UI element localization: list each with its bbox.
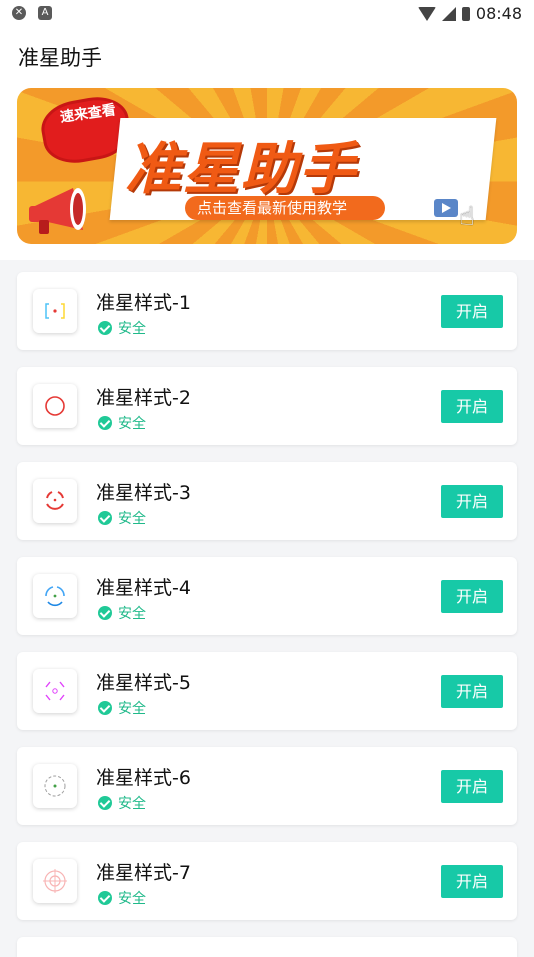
banner-title: 准星助手: [125, 137, 357, 202]
enable-button[interactable]: 开启: [441, 865, 503, 898]
banner-subtitle[interactable]: 点击查看最新使用教学: [185, 196, 386, 220]
megaphone-icon: [29, 188, 86, 234]
check-badge-icon: [98, 891, 112, 905]
safe-label: 安全: [118, 321, 146, 337]
list-item: 准星样式-1 安全 开启: [17, 272, 517, 350]
safe-status: 安全: [98, 793, 146, 813]
crosshair-style-2-icon: [33, 384, 77, 428]
check-badge-icon: [98, 511, 112, 525]
check-badge-icon: [98, 606, 112, 620]
enable-button[interactable]: 开启: [441, 580, 503, 613]
safe-label: 安全: [118, 796, 146, 812]
item-name: 准星样式-3: [96, 482, 191, 504]
safe-status: 安全: [98, 508, 146, 528]
list-item: 准星样式-2 安全 开启: [17, 367, 517, 445]
safe-label: 安全: [118, 701, 146, 717]
enable-button[interactable]: 开启: [441, 485, 503, 518]
safe-status: 安全: [98, 888, 146, 908]
safe-label: 安全: [118, 416, 146, 432]
app-bar: 准星助手: [0, 30, 534, 88]
tutorial-banner[interactable]: 速来查看 准星助手 点击查看最新使用教学 ☝: [17, 88, 517, 244]
enable-button[interactable]: 开启: [441, 295, 503, 328]
list-item: 准星样式-3 安全 开启: [17, 462, 517, 540]
play-icon: [434, 199, 458, 217]
status-icons-left: ✕ A: [12, 6, 52, 20]
crosshair-style-5-icon: [33, 669, 77, 713]
safe-status: 安全: [98, 698, 146, 718]
crosshair-style-6-icon: [33, 764, 77, 808]
crosshair-style-1-icon: [33, 289, 77, 333]
safe-status: 安全: [98, 318, 146, 338]
item-name: 准星样式-6: [96, 767, 191, 789]
status-icons-right: 08:48: [417, 4, 522, 23]
list-item: 准星样式-6 安全 开启: [17, 747, 517, 825]
safe-status: 安全: [98, 413, 146, 433]
safe-status: 安全: [98, 603, 146, 623]
item-name: 准星样式-7: [96, 862, 191, 884]
crosshair-style-7-icon: [33, 859, 77, 903]
safe-label: 安全: [118, 891, 146, 907]
item-name: 准星样式-5: [96, 672, 191, 694]
check-badge-icon: [98, 416, 112, 430]
enable-button[interactable]: 开启: [441, 675, 503, 708]
enable-button[interactable]: 开启: [441, 390, 503, 423]
wifi-icon: [417, 6, 436, 21]
page-title: 准星助手: [18, 46, 102, 70]
list-item-partial: [17, 937, 517, 957]
safe-label: 安全: [118, 511, 146, 527]
shield-notification-icon: ✕: [12, 6, 26, 20]
status-bar: ✕ A 08:48: [0, 0, 534, 30]
crosshair-style-4-icon: [33, 574, 77, 618]
list-item: 准星样式-5 安全 开启: [17, 652, 517, 730]
enable-button[interactable]: 开启: [441, 770, 503, 803]
banner-section: 速来查看 准星助手 点击查看最新使用教学 ☝: [0, 88, 534, 260]
check-badge-icon: [98, 321, 112, 335]
pointing-hand-icon: ☝: [459, 202, 475, 232]
status-time: 08:48: [475, 4, 522, 23]
battery-icon: [461, 6, 470, 21]
signal-icon: [441, 6, 456, 21]
list-item: 准星样式-7 安全 开启: [17, 842, 517, 920]
item-name: 准星样式-4: [96, 577, 191, 599]
safe-label: 安全: [118, 606, 146, 622]
item-name: 准星样式-2: [96, 387, 191, 409]
app-notification-icon: A: [38, 6, 52, 20]
crosshair-style-3-icon: [33, 479, 77, 523]
item-name: 准星样式-1: [96, 292, 191, 314]
check-badge-icon: [98, 796, 112, 810]
list-item: 准星样式-4 安全 开启: [17, 557, 517, 635]
check-badge-icon: [98, 701, 112, 715]
